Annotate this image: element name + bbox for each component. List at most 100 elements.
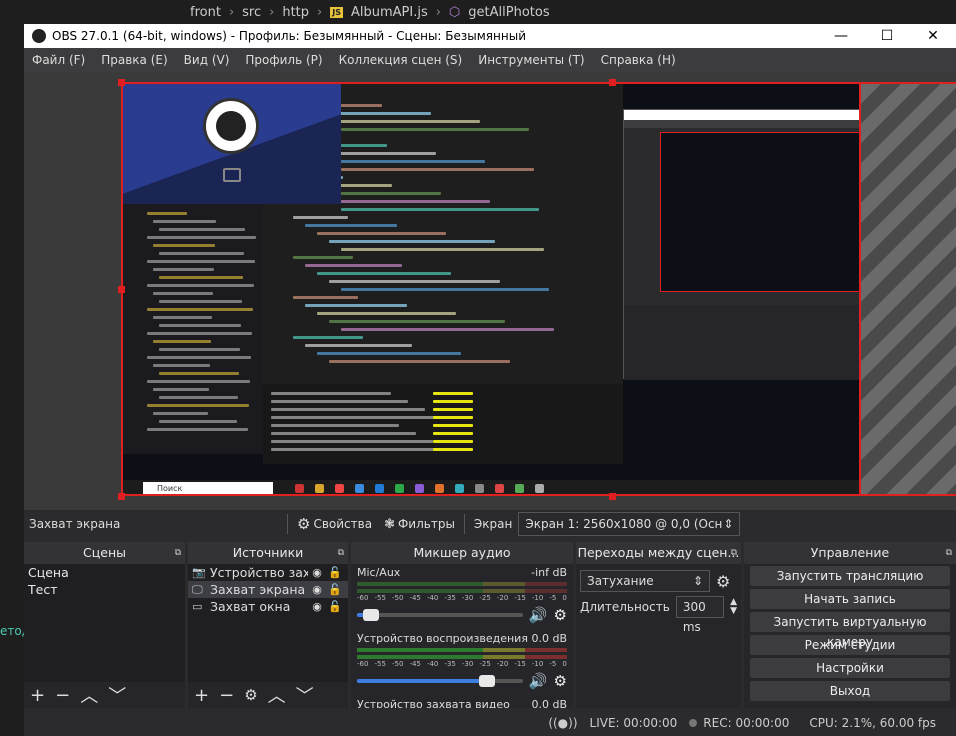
preview-outside-area [861,82,956,496]
close-button[interactable]: ✕ [910,28,956,44]
undock-icon[interactable]: ⧉ [175,542,181,564]
gear-icon[interactable]: ⚙ [244,686,257,704]
meter-tick-label: 0 [562,594,567,602]
code-line [329,360,510,363]
start-recording-button[interactable]: Начать запись [750,589,950,609]
meter-tick-label: -5 [549,660,557,668]
volume-slider[interactable] [357,609,523,621]
gear-icon: ⚙ [297,515,311,533]
chevron-up-icon[interactable]: ︿ [80,682,98,708]
eye-icon[interactable]: ◉ [308,566,326,579]
source-name: Захват экрана [210,582,306,597]
lock-open-icon[interactable]: 🔓 [326,600,344,613]
undock-icon[interactable]: ⧉ [946,542,952,564]
chevron-down-icon[interactable]: ﹀ [296,682,314,708]
menu-file[interactable]: Файл (F) [24,53,93,67]
explorer-line [153,292,213,295]
resize-handle[interactable] [609,493,616,500]
resize-handle[interactable] [118,79,125,86]
code-line [329,280,500,283]
lock-open-icon[interactable]: 🔓 [326,566,344,579]
source-item[interactable]: 📷 Устройство захва ◉ 🔓 [188,564,348,581]
settings-button[interactable]: Настройки [750,658,950,678]
eye-icon[interactable]: ◉ [308,583,326,596]
code-line [293,216,348,219]
duration-input[interactable]: 300 ms [675,596,725,634]
properties-button[interactable]: ⚙ Свойства [291,512,378,536]
remove-icon[interactable]: − [219,685,234,706]
controls-body: Запустить трансляцию Начать запись Запус… [744,564,956,706]
divider [463,514,465,534]
source-item[interactable]: ▭ Захват окна ◉ 🔓 [188,598,348,615]
transition-select[interactable]: Затухание ⇕ [580,570,710,592]
taskbar-app-icon [535,484,544,493]
breadcrumb-item[interactable]: front [190,5,221,20]
explorer-line [153,412,208,415]
speaker-icon[interactable]: 🔊 [529,606,548,624]
breadcrumb-item[interactable]: getAllPhotos [468,5,549,20]
volume-knob[interactable] [479,675,495,687]
meter-tick-label: -50 [391,660,404,668]
preview-canvas[interactable]: Поиск [121,82,861,496]
undock-icon[interactable]: ⧉ [338,542,344,564]
explorer-line [159,420,237,423]
list-item[interactable]: Тест [24,581,185,598]
resize-handle[interactable] [118,286,125,293]
spin-arrows-icon[interactable]: ▲ ▼ [730,598,737,616]
breadcrumb-item[interactable]: AlbumAPI.js [351,5,428,20]
explorer-line [147,212,187,215]
eye-icon[interactable]: ◉ [308,600,326,613]
minimize-button[interactable]: — [818,28,864,44]
volume-slider[interactable] [357,675,523,687]
volume-knob[interactable] [363,609,379,621]
add-icon[interactable]: + [30,685,45,706]
code-line [305,304,407,307]
menu-view[interactable]: Вид (V) [176,53,238,67]
menu-tools[interactable]: Инструменты (T) [470,53,592,67]
terminal-warning [433,392,473,395]
menu-profile[interactable]: Профиль (P) [237,53,330,67]
resize-handle[interactable] [609,79,616,86]
maximize-button[interactable]: ☐ [864,28,910,44]
resize-handle[interactable] [118,493,125,500]
breadcrumb-item[interactable]: http [282,5,309,20]
undock-icon[interactable]: ⧉ [731,542,737,564]
speaker-icon[interactable]: 🔊 [529,672,548,690]
chevron-down-icon[interactable]: ﹀ [108,682,126,708]
add-icon[interactable]: + [194,685,209,706]
code-line [341,168,534,171]
exit-button[interactable]: Выход [750,681,950,701]
transitions-title: Переходы между сцен... [577,545,740,560]
mixer-title: Микшер аудио [413,545,511,560]
breadcrumb-item[interactable]: src [242,5,261,20]
start-virtual-camera-button[interactable]: Запустить виртуальную камеру [750,612,950,649]
filters-button[interactable]: ❃ Фильтры [378,512,461,536]
taskbar-app-icon [415,484,424,493]
gear-icon[interactable]: ⚙ [554,606,567,624]
list-item[interactable]: Сцена [24,564,185,581]
taskbar-app-icon [455,484,464,493]
studio-mode-button[interactable]: Режим студии [750,635,950,655]
code-line [329,160,485,163]
live-timer: LIVE: 00:00:00 [589,716,678,730]
sources-title: Источники [232,545,304,560]
meter-tick-label: -5 [549,594,557,602]
menu-edit[interactable]: Правка (E) [93,53,175,67]
screen-select[interactable]: Экран 1: 2560x1080 @ 0,0 (Основной м ⇕ [518,512,741,536]
source-item[interactable]: 🖵 Захват экрана ◉ 🔓 [188,581,348,598]
menu-bar: Файл (F) Правка (E) Вид (V) Профиль (P) … [24,48,956,72]
gear-icon[interactable]: ⚙ [716,572,730,591]
scenes-header: Сцены ⧉ [24,542,185,564]
menu-scene-collection[interactable]: Коллекция сцен (S) [331,53,471,67]
level-meter [357,655,567,659]
meter-ticks: -60 -55 -50 -45 -40 -35 -30 -25 -20 -15 -10 -5 0 [357,660,567,668]
controls-title: Управление [810,545,890,560]
lock-open-icon[interactable]: 🔓 [326,583,344,596]
menu-help[interactable]: Справка (H) [593,53,684,67]
gear-icon[interactable]: ⚙ [554,672,567,690]
terminal-line [271,424,399,427]
remove-icon[interactable]: − [55,685,70,706]
start-streaming-button[interactable]: Запустить трансляцию [750,566,950,586]
camera-off-icon [223,168,241,182]
chevron-up-icon[interactable]: ︿ [268,682,286,708]
